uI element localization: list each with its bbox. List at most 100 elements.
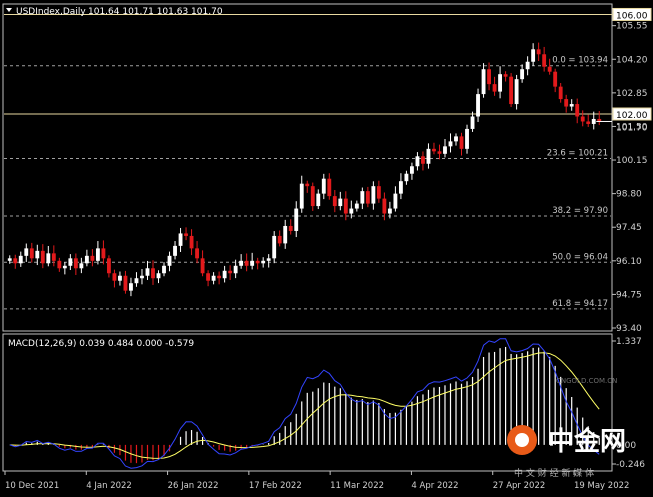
candle-body <box>393 193 398 209</box>
candle-body <box>343 198 348 214</box>
candle-body <box>189 235 194 249</box>
candle-body <box>310 186 315 207</box>
price-tick-label: 94.75 <box>616 290 642 300</box>
price-tick-label: 105.55 <box>616 22 648 32</box>
fib-level-label: 23.6 = 100.21 <box>547 149 608 159</box>
candle-body <box>46 253 51 264</box>
candle-body <box>244 260 249 266</box>
candle-body <box>525 61 530 70</box>
candle-body <box>327 178 332 197</box>
fib-level-label: 61.8 = 94.17 <box>552 299 608 309</box>
candle-body <box>387 208 392 214</box>
candle-body <box>134 278 139 284</box>
candle-body <box>558 86 563 100</box>
candle-body <box>7 258 12 261</box>
candle-body <box>140 275 144 279</box>
date-tick-label: 19 May 2022 <box>574 481 629 491</box>
candle-body <box>443 146 447 154</box>
candle-body <box>35 250 40 259</box>
candle-body <box>57 260 62 269</box>
candle-body <box>465 128 469 149</box>
candle-body <box>233 265 238 274</box>
date-tick-label: 27 Apr 2022 <box>493 481 546 491</box>
candle-body <box>454 136 458 142</box>
candle-body <box>239 260 244 266</box>
candle-body <box>321 178 326 194</box>
candle-body <box>112 273 117 281</box>
price-tick-label: 104.20 <box>616 55 648 65</box>
watermark-domain-text: CNGOLD.COM.CN <box>556 377 617 385</box>
candle-body <box>68 258 73 266</box>
candle-body <box>162 265 166 274</box>
fib-level-label: 38.2 = 97.90 <box>552 206 608 216</box>
candle-body <box>398 181 403 194</box>
candle-body <box>40 250 45 264</box>
candle-body <box>29 248 34 259</box>
candle-body <box>95 248 100 261</box>
candle-body <box>79 263 84 269</box>
candle-body <box>509 76 514 105</box>
candle-body <box>118 275 122 281</box>
candle-body <box>299 183 304 209</box>
candle-body <box>553 71 558 87</box>
candle-body <box>410 166 414 174</box>
candle-body <box>470 116 475 129</box>
candle-body <box>195 248 199 259</box>
candle-body <box>404 173 409 182</box>
candle-body <box>360 191 365 204</box>
candle-body <box>580 116 585 122</box>
candle-body <box>365 191 370 204</box>
candle-body <box>283 225 288 244</box>
candle-body <box>228 270 233 274</box>
candle-body <box>492 84 497 92</box>
date-tick-label: 10 Dec 2021 <box>5 481 59 491</box>
candle-body <box>481 69 486 95</box>
horizontal-level-label: 106.00 <box>616 11 648 21</box>
candle-body <box>250 260 255 266</box>
horizontal-level-label: 102.00 <box>616 111 648 121</box>
candle-body <box>261 260 266 264</box>
candle-body <box>503 74 508 77</box>
price-tick-label: 100.15 <box>616 156 648 166</box>
candle-body <box>272 235 277 259</box>
candle-body <box>217 275 222 279</box>
candle-body <box>591 118 596 124</box>
price-chart[interactable]: 105.55104.20102.85101.50100.1598.8097.45… <box>0 0 653 493</box>
candle-body <box>376 186 381 199</box>
chart-root: 105.55 104.20 102.85 101.50 100.15 98.80 97.45… <box>0 0 653 493</box>
candle-body <box>487 69 491 85</box>
candle-body <box>200 258 205 274</box>
candle-body <box>101 248 106 259</box>
candle-body <box>277 235 282 244</box>
candle-body <box>520 69 525 80</box>
candle-body <box>151 268 155 279</box>
candle-body <box>316 193 321 207</box>
candle-body <box>24 248 29 256</box>
date-tick-label: 26 Jan 2022 <box>168 481 219 491</box>
candle-body <box>178 233 183 246</box>
macd-tick-label: 1.337 <box>616 337 642 347</box>
ohlc-values-label: 101.64 101.71 101.63 101.70 <box>88 7 223 17</box>
candle-body <box>586 121 591 124</box>
candle-body <box>421 156 425 164</box>
current-price-label: 101.70 <box>616 123 648 133</box>
candle-body <box>294 208 299 231</box>
candle-body <box>222 270 227 279</box>
candle-body <box>90 255 95 261</box>
candle-body <box>564 99 569 107</box>
candle-body <box>51 253 56 261</box>
candle-body <box>84 255 89 264</box>
fib-level-label: 50.0 = 96.04 <box>552 252 608 262</box>
candle-body <box>206 273 211 281</box>
price-tick-label: 102.85 <box>616 89 648 99</box>
candle-body <box>415 156 420 167</box>
candle-body <box>354 203 359 209</box>
date-tick-label: 4 Jan 2022 <box>86 481 132 491</box>
macd-tick-label: -0.246 <box>616 460 645 470</box>
candle-body <box>432 148 436 152</box>
candle-body <box>145 268 150 276</box>
candle-body <box>448 141 453 147</box>
candle-body <box>371 186 376 204</box>
candle-body <box>73 258 78 269</box>
date-tick-label: 17 Feb 2022 <box>249 481 302 491</box>
